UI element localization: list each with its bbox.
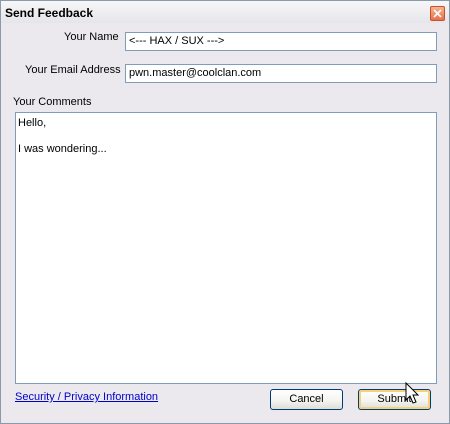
comments-textarea[interactable]: Hello, I was wondering...	[15, 112, 437, 384]
security-privacy-link[interactable]: Security / Privacy Information	[15, 391, 158, 403]
name-field[interactable]: <--- HAX / SUX --->	[125, 32, 437, 51]
send-feedback-dialog: Send Feedback Your Name <--- HAX / SUX -…	[0, 0, 450, 424]
close-button[interactable]	[430, 6, 445, 21]
mouse-pointer-icon	[405, 382, 420, 404]
close-icon	[433, 9, 442, 18]
name-label: Your Name	[64, 31, 119, 43]
email-field[interactable]: pwn.master@coolclan.com	[125, 64, 437, 83]
cancel-button[interactable]: Cancel	[270, 389, 343, 410]
comments-label: Your Comments	[13, 96, 92, 108]
window-title: Send Feedback	[5, 6, 94, 20]
email-label: Your Email Address	[25, 64, 121, 76]
title-bar[interactable]: Send Feedback	[1, 1, 449, 23]
dialog-body: Your Name <--- HAX / SUX ---> Your Email…	[4, 23, 446, 420]
